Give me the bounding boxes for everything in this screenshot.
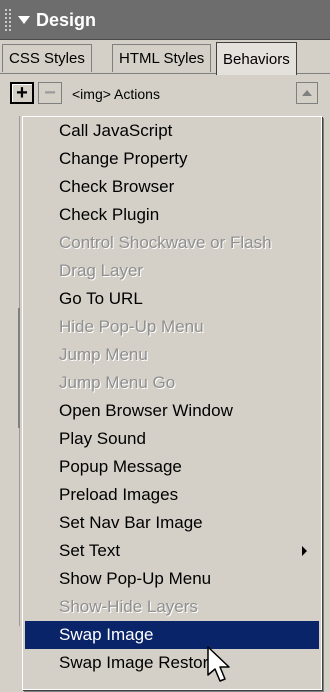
menu-item-change-property[interactable]: Change Property bbox=[25, 145, 319, 173]
menu-item-show-hide-layers[interactable]: Show-Hide Layers bbox=[25, 593, 319, 621]
scroll-up-button[interactable] bbox=[296, 82, 318, 104]
menu-item-open-browser-window[interactable]: Open Browser Window bbox=[25, 397, 319, 425]
menu-item-check-plugin[interactable]: Check Plugin bbox=[25, 201, 319, 229]
menu-item-preload-images[interactable]: Preload Images bbox=[25, 481, 319, 509]
menu-item-set-text-label: Set Text bbox=[59, 541, 121, 560]
menu-item-drag-layer[interactable]: Drag Layer bbox=[25, 257, 319, 285]
gripper-icon[interactable] bbox=[4, 8, 12, 32]
menu-item-go-to-url[interactable]: Go To URL bbox=[25, 285, 319, 313]
menu-item-swap-image[interactable]: Swap Image bbox=[25, 621, 319, 649]
panel-header[interactable]: Design bbox=[0, 0, 330, 40]
menu-item-play-sound[interactable]: Play Sound bbox=[25, 425, 319, 453]
behaviors-popup-menu: Call JavaScript Change Property Check Br… bbox=[22, 116, 322, 690]
mouse-pointer-icon bbox=[207, 646, 230, 682]
actions-context-label: <img> Actions bbox=[72, 86, 160, 102]
panel-title[interactable]: Design bbox=[18, 9, 96, 31]
submenu-arrow-icon bbox=[302, 546, 307, 556]
tab-behaviors[interactable]: Behaviors bbox=[216, 42, 297, 75]
up-arrow-icon bbox=[302, 90, 312, 96]
tab-bar: CSS Styles HTML Styles Behaviors bbox=[0, 40, 330, 75]
collapse-arrow-icon[interactable] bbox=[18, 16, 30, 24]
menu-item-swap-image-restore[interactable]: Swap Image Restore bbox=[25, 649, 319, 677]
remove-behavior-button[interactable]: − bbox=[38, 82, 62, 104]
add-behavior-button[interactable]: + bbox=[10, 82, 34, 104]
menu-item-jump-menu-go[interactable]: Jump Menu Go bbox=[25, 369, 319, 397]
menu-item-jump-menu[interactable]: Jump Menu bbox=[25, 341, 319, 369]
menu-item-call-javascript[interactable]: Call JavaScript bbox=[25, 117, 319, 145]
menu-item-check-browser[interactable]: Check Browser bbox=[25, 173, 319, 201]
menu-item-set-text[interactable]: Set Text bbox=[25, 537, 319, 565]
menu-item-popup-message[interactable]: Popup Message bbox=[25, 453, 319, 481]
panel-left-edge bbox=[0, 116, 20, 626]
divider bbox=[18, 308, 20, 428]
tab-css-styles[interactable]: CSS Styles bbox=[2, 44, 92, 72]
menu-item-show-pop-up-menu[interactable]: Show Pop-Up Menu bbox=[25, 565, 319, 593]
panel-title-text: Design bbox=[36, 9, 97, 30]
behaviors-toolbar: + − <img> Actions bbox=[0, 74, 330, 116]
menu-item-set-nav-bar-image[interactable]: Set Nav Bar Image bbox=[25, 509, 319, 537]
menu-item-control-shockwave-or-flash[interactable]: Control Shockwave or Flash bbox=[25, 229, 319, 257]
menu-item-hide-pop-up-menu[interactable]: Hide Pop-Up Menu bbox=[25, 313, 319, 341]
tab-html-styles[interactable]: HTML Styles bbox=[112, 44, 212, 72]
